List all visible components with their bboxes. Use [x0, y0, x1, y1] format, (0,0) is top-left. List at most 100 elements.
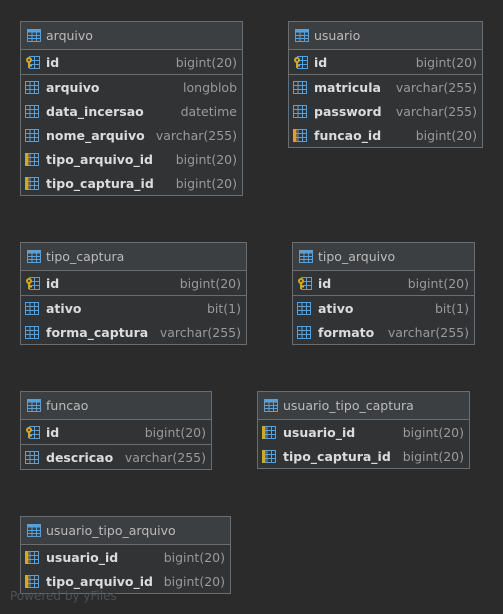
column-icon	[25, 80, 40, 94]
column-row[interactable]: ativo bit(1)	[21, 295, 246, 320]
column-row[interactable]: data_incersao datetime	[21, 99, 242, 123]
column-name: id	[46, 275, 60, 291]
column-type: bigint(20)	[175, 151, 237, 167]
entity-usuario-tipo-arquivo[interactable]: usuario_tipo_arquivo usuario_id bigint(2…	[20, 516, 231, 594]
entity-usuario-tipo-captura[interactable]: usuario_tipo_captura usuario_id bigint(2…	[257, 391, 470, 469]
foreign-key-column-icon	[25, 550, 40, 564]
column-icon	[297, 325, 312, 339]
foreign-key-column-icon	[25, 574, 40, 588]
entity-title: usuario_tipo_arquivo	[46, 523, 176, 538]
primary-key-icon	[293, 55, 308, 69]
column-type: bigint(20)	[175, 54, 237, 70]
column-type: bit(1)	[206, 300, 241, 316]
entity-title: arquivo	[46, 28, 93, 43]
column-name: arquivo	[46, 79, 100, 95]
column-name: tipo_captura_id	[46, 175, 154, 191]
column-name: id	[314, 54, 328, 70]
column-type: bit(1)	[434, 300, 469, 316]
entity-header[interactable]: usuario_tipo_captura	[258, 392, 469, 420]
pk-column-row[interactable]: usuario_id bigint(20)	[21, 545, 230, 569]
pk-column-row[interactable]: id bigint(20)	[21, 420, 211, 444]
foreign-key-column-icon	[262, 449, 277, 463]
table-icon	[27, 250, 41, 263]
column-name: funcao_id	[314, 127, 382, 143]
entity-funcao[interactable]: funcao id bigint(20) descricao varchar(2…	[20, 391, 212, 470]
entity-tipo-arquivo[interactable]: tipo_arquivo id bigint(20) ativo bit(1)	[292, 242, 475, 345]
column-icon	[297, 301, 312, 315]
column-row[interactable]: nome_arquivo varchar(255)	[21, 123, 242, 147]
entity-usuario[interactable]: usuario id bigint(20) matricula varchar(…	[288, 21, 483, 148]
column-icon	[25, 104, 40, 118]
column-type: bigint(20)	[407, 275, 469, 291]
entity-title: usuario	[314, 28, 361, 43]
primary-key-icon	[25, 425, 40, 439]
primary-key-icon	[297, 276, 312, 290]
column-row[interactable]: tipo_captura_id bigint(20)	[21, 171, 242, 195]
column-icon	[25, 128, 40, 142]
primary-key-icon	[25, 55, 40, 69]
pk-column-row[interactable]: usuario_id bigint(20)	[258, 420, 469, 444]
column-name: tipo_captura_id	[283, 448, 391, 464]
column-name: tipo_arquivo_id	[46, 573, 153, 589]
table-icon	[264, 399, 278, 412]
pk-column-row[interactable]: id bigint(20)	[289, 50, 482, 74]
column-type: varchar(255)	[395, 79, 477, 95]
entity-header[interactable]: tipo_captura	[21, 243, 246, 271]
column-row[interactable]: funcao_id bigint(20)	[289, 123, 482, 147]
column-row[interactable]: tipo_arquivo_id bigint(20)	[21, 147, 242, 171]
column-type: longblob	[183, 79, 237, 95]
column-type: bigint(20)	[144, 424, 206, 440]
column-name: matricula	[314, 79, 381, 95]
pk-column-row[interactable]: id bigint(20)	[21, 50, 242, 74]
table-icon	[27, 524, 41, 537]
primary-key-icon	[25, 276, 40, 290]
column-icon	[25, 325, 40, 339]
column-name: password	[314, 103, 382, 119]
entity-header[interactable]: funcao	[21, 392, 211, 420]
entity-title: usuario_tipo_captura	[283, 398, 414, 413]
foreign-key-column-icon	[262, 425, 277, 439]
column-row[interactable]: formato varchar(255)	[293, 320, 474, 344]
column-type: bigint(20)	[163, 573, 225, 589]
table-icon	[27, 29, 41, 42]
column-type: varchar(255)	[155, 127, 237, 143]
column-type: bigint(20)	[163, 549, 225, 565]
entity-header[interactable]: arquivo	[21, 22, 242, 50]
column-row[interactable]: matricula varchar(255)	[289, 74, 482, 99]
column-type: varchar(255)	[124, 449, 206, 465]
table-icon	[299, 250, 313, 263]
column-row[interactable]: arquivo longblob	[21, 74, 242, 99]
pk-column-row[interactable]: tipo_captura_id bigint(20)	[258, 444, 469, 468]
entity-header[interactable]: usuario	[289, 22, 482, 50]
column-row[interactable]: descricao varchar(255)	[21, 444, 211, 469]
column-name: ativo	[318, 300, 354, 316]
entity-header[interactable]: tipo_arquivo	[293, 243, 474, 271]
column-name: forma_captura	[46, 324, 149, 340]
foreign-key-column-icon	[25, 152, 40, 166]
column-icon	[25, 301, 40, 315]
column-name: usuario_id	[46, 549, 119, 565]
column-name: nome_arquivo	[46, 127, 145, 143]
entity-title: funcao	[46, 398, 89, 413]
pk-column-row[interactable]: id bigint(20)	[293, 271, 474, 295]
entity-tipo-captura[interactable]: tipo_captura id bigint(20) ativo bit(1)	[20, 242, 247, 345]
table-icon	[295, 29, 309, 42]
pk-column-row[interactable]: id bigint(20)	[21, 271, 246, 295]
column-type: bigint(20)	[415, 127, 477, 143]
column-icon	[25, 450, 40, 464]
column-name: id	[46, 424, 60, 440]
column-row[interactable]: forma_captura varchar(255)	[21, 320, 246, 344]
column-icon	[293, 80, 308, 94]
entity-title: tipo_arquivo	[318, 249, 396, 264]
entity-arquivo[interactable]: arquivo id bigint(20) arquivo longblob d…	[20, 21, 243, 196]
column-name: id	[46, 54, 60, 70]
column-row[interactable]: password varchar(255)	[289, 99, 482, 123]
table-icon	[27, 399, 41, 412]
entity-header[interactable]: usuario_tipo_arquivo	[21, 517, 230, 545]
column-row[interactable]: ativo bit(1)	[293, 295, 474, 320]
column-type: varchar(255)	[159, 324, 241, 340]
column-name: ativo	[46, 300, 82, 316]
column-type: bigint(20)	[402, 448, 464, 464]
column-type: datetime	[180, 103, 237, 119]
column-name: id	[318, 275, 332, 291]
